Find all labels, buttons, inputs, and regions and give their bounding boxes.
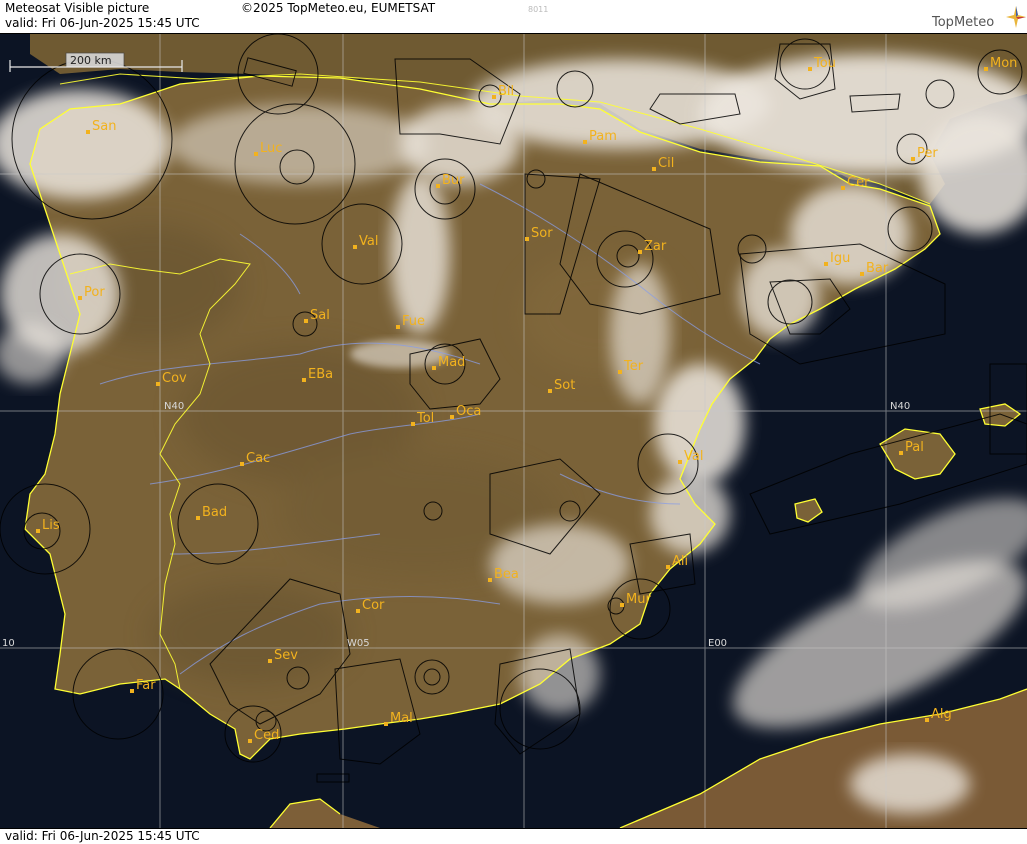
logo-text: TopMeteo (932, 15, 995, 30)
city-dot (824, 262, 828, 266)
city-dot (620, 603, 624, 607)
city-dot (488, 578, 492, 582)
city-dot (304, 319, 308, 323)
city-dot (618, 370, 622, 374)
city-label: Pam (589, 129, 617, 144)
city-dot (411, 422, 415, 426)
city-label: Bea (494, 567, 519, 582)
valid-time: valid: Fri 06-Jun-2025 15:45 UTC (5, 16, 200, 30)
city-label: Far (136, 678, 156, 693)
city-label: Bil (498, 84, 514, 99)
footer-valid-time: valid: Fri 06-Jun-2025 15:45 UTC (5, 829, 200, 843)
city-dot (911, 157, 915, 161)
city-dot (436, 184, 440, 188)
city-label: Cov (162, 371, 187, 386)
city-label: Mad (438, 355, 465, 370)
city-label: Ali (672, 554, 688, 569)
city-marker: Mad (432, 355, 465, 370)
grid-label-w05: W05 (347, 638, 370, 649)
city-label: Lis (42, 518, 60, 533)
city-dot (196, 516, 200, 520)
image-title: Meteosat Visible picture (5, 1, 150, 15)
city-label: Sal (310, 308, 330, 323)
city-label: Mon (990, 56, 1017, 71)
city-label: Alg (931, 707, 952, 722)
city-label: Sor (531, 226, 553, 241)
city-label: Cil (658, 156, 674, 171)
city-dot (841, 186, 845, 190)
city-label: Ced (254, 728, 279, 743)
topmeteo-logo-icon (1006, 6, 1026, 28)
city-dot (925, 718, 929, 722)
city-label: Bur (442, 173, 465, 188)
city-label: Cor (362, 598, 385, 613)
city-label: Fue (402, 314, 425, 329)
grid-label-w10: 10 (2, 638, 15, 649)
footer-bar: valid: Fri 06-Jun-2025 15:45 UTC (0, 828, 1027, 844)
city-dot (356, 609, 360, 613)
copyright-text: ©2025 TopMeteo.eu, EUMETSAT (241, 1, 436, 15)
city-dot (666, 565, 670, 569)
header-bar: Meteosat Visible picture ©2025 TopMeteo.… (0, 0, 1027, 34)
city-dot (432, 366, 436, 370)
city-label: Mur (626, 592, 651, 607)
city-label: Bad (202, 505, 227, 520)
city-dot (384, 722, 388, 726)
city-dot (492, 95, 496, 99)
city-label: Val (684, 449, 703, 464)
satellite-map: 200 km N40 N40 10 W05 E00 San Luc Bur Bil Pa… (0, 34, 1027, 828)
city-dot (984, 67, 988, 71)
city-dot (678, 460, 682, 464)
city-dot (240, 462, 244, 466)
city-label: Cac (246, 451, 270, 466)
city-dot (450, 415, 454, 419)
city-dot (156, 382, 160, 386)
city-label: Cer (847, 175, 870, 190)
city-dot (36, 529, 40, 533)
city-dot (638, 250, 642, 254)
city-dot (396, 325, 400, 329)
city-label: Sot (554, 378, 575, 393)
city-dot (248, 739, 252, 743)
city-dot (899, 451, 903, 455)
city-dot (302, 378, 306, 382)
city-label: Tou (813, 56, 836, 71)
city-label: Tol (416, 411, 434, 426)
city-label: Val (359, 234, 378, 249)
city-dot (130, 689, 134, 693)
city-dot (583, 140, 587, 144)
grid-label-e00: E00 (708, 638, 727, 649)
grid-label-n40-left: N40 (164, 401, 184, 412)
grid-label-n40-right: N40 (890, 401, 910, 412)
city-label: Pal (905, 440, 924, 455)
city-label: Mal (390, 711, 413, 726)
city-label: Ter (623, 359, 644, 374)
city-dot (86, 130, 90, 134)
city-label: San (92, 119, 116, 134)
city-marker: Pam (583, 129, 617, 144)
city-label: Bar (866, 261, 889, 276)
city-dot (808, 67, 812, 71)
city-dot (78, 296, 82, 300)
scale-bar-label: 200 km (70, 54, 112, 67)
city-label: Zar (644, 239, 667, 254)
city-dot (353, 245, 357, 249)
city-dot (860, 272, 864, 276)
city-label: Oca (456, 404, 481, 419)
city-dot (268, 659, 272, 663)
city-dot (254, 152, 258, 156)
city-dot (525, 237, 529, 241)
city-label: Sev (274, 648, 298, 663)
city-label: EBa (308, 367, 333, 382)
city-label: Por (84, 285, 105, 300)
frame-id: 8011 (528, 5, 549, 14)
city-label: Luc (260, 141, 282, 156)
city-label: Igu (830, 251, 850, 266)
city-dot (652, 167, 656, 171)
city-dot (548, 389, 552, 393)
city-label: Per (917, 146, 938, 161)
